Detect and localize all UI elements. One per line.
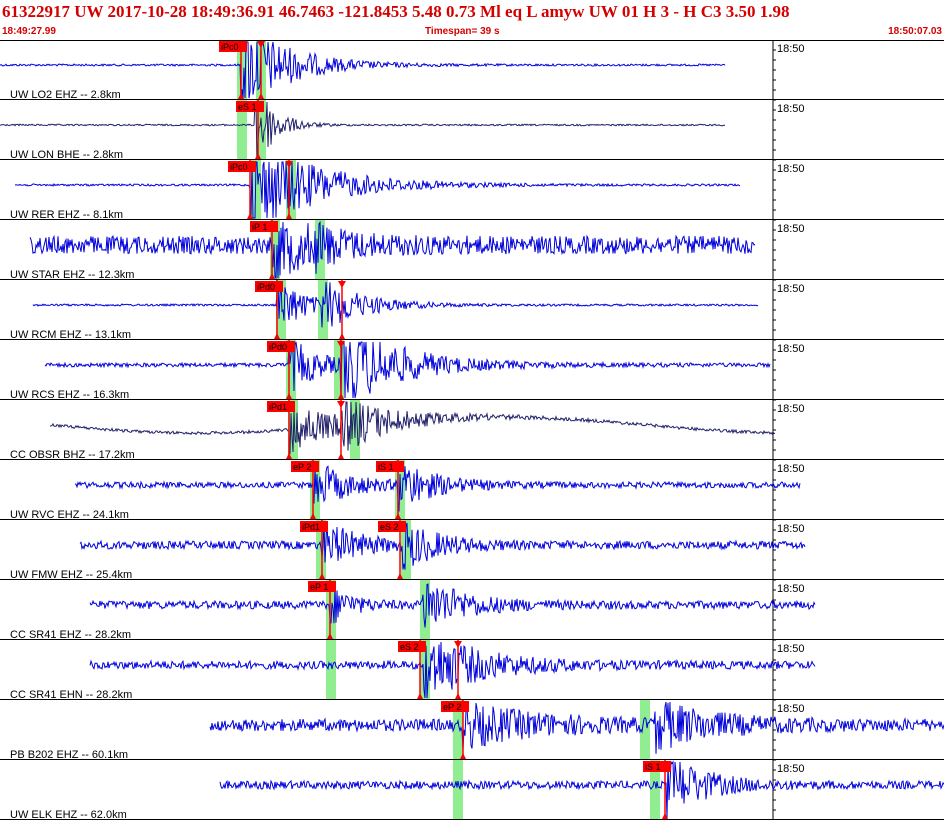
time-tick-label: 18:50 xyxy=(777,163,805,175)
pick-label: iPc0 xyxy=(230,162,248,172)
trace-label: UW ELK EHZ -- 62.0km xyxy=(10,809,127,820)
pick-label: eS 2 xyxy=(400,642,419,652)
waveform xyxy=(49,401,776,455)
trace-row: 18:50iPc0UW RER EHZ -- 8.1km xyxy=(0,159,944,221)
pick-marker-bottom xyxy=(338,453,344,459)
trace-row: 18:50eP 2 iS 1UW RVC EHZ -- 24.1km xyxy=(0,459,944,521)
time-tick-label: 18:50 xyxy=(777,703,805,715)
time-tick-label: 18:50 xyxy=(777,343,805,355)
waveform xyxy=(44,341,771,399)
pick-label: iPd0 xyxy=(269,342,287,352)
trace-row: 18:50 iS 1 UW ELK EHZ -- 62.0km xyxy=(0,759,944,820)
trace-row: 18:50iP 1UW STAR EHZ -- 12.3km xyxy=(0,219,944,281)
trace-row: 18:50eP 1CC SR41 EHZ -- 28.2km xyxy=(0,579,944,641)
time-tick-label: 18:50 xyxy=(777,103,805,115)
trace-row: 18:50iPd0UW RCS EHZ -- 16.3km xyxy=(0,339,944,401)
time-tick-label: 18:50 xyxy=(777,283,805,295)
waveform xyxy=(79,521,806,570)
pick-label: eP 1 xyxy=(310,582,328,592)
pick-window xyxy=(453,760,463,820)
pick-label: iS 1 xyxy=(378,462,394,472)
time-tick-label: 18:50 xyxy=(777,523,805,535)
trace-row: 18:50eP 2PB B202 EHZ -- 60.1km xyxy=(0,699,944,761)
trace-row: 18:50iPd1 eS 2UW FMW EHZ -- 25.4km xyxy=(0,519,944,581)
time-tick-label: 18:50 xyxy=(777,583,805,595)
start-time-label: 18:49:27.99 xyxy=(2,26,56,37)
pick-label: iPd0 xyxy=(257,282,275,292)
event-title: 61322917 UW 2017-10-28 18:49:36.91 46.74… xyxy=(2,2,790,21)
time-tick-label: 18:50 xyxy=(777,763,805,775)
timespan-label: Timespan= 39 s xyxy=(425,26,500,37)
pick-marker-bottom xyxy=(455,693,461,699)
time-tick-label: 18:50 xyxy=(777,223,805,235)
pick-marker-bottom xyxy=(339,333,345,339)
pick-marker xyxy=(337,401,345,408)
pick-window xyxy=(326,640,336,700)
waveform xyxy=(74,465,801,512)
waveform xyxy=(219,760,944,819)
pick-label: iP 1 xyxy=(252,222,267,232)
trace-row: 18:50eS 1UW LON BHE -- 2.8km xyxy=(0,99,944,161)
pick-label: eS 1 xyxy=(238,102,257,112)
time-tick-label: 18:50 xyxy=(777,643,805,655)
trace-row: 18:50iPc0UW LO2 EHZ -- 2.8km xyxy=(0,40,944,101)
trace-row: 18:50iPd1CC OBSR BHZ -- 17.2km xyxy=(0,399,944,461)
seismogram-panel[interactable]: 18:50iPc0UW LO2 EHZ -- 2.8km18:50eS 1UW … xyxy=(0,40,944,820)
pick-marker xyxy=(338,281,346,288)
waveform xyxy=(32,281,759,328)
end-time-label: 18:50:07.03 xyxy=(888,26,942,37)
pick-label: iPc0 xyxy=(221,42,239,52)
pick-label: eS 2 xyxy=(380,522,399,532)
waveform xyxy=(29,220,756,280)
trace-row: 18:50eS 2CC SR41 EHN -- 28.2km xyxy=(0,639,944,701)
pick-label: iPd1 xyxy=(269,402,287,412)
waveform xyxy=(14,161,741,219)
waveform xyxy=(89,641,816,699)
pick-label: eP 2 xyxy=(443,702,461,712)
pick-label: iPd1 xyxy=(302,522,320,532)
time-tick-label: 18:50 xyxy=(777,463,805,475)
waveform xyxy=(209,701,944,754)
plot-header: 61322917 UW 2017-10-28 18:49:36.91 46.74… xyxy=(0,0,944,40)
time-tick-label: 18:50 xyxy=(777,43,805,55)
pick-label: eP 2 xyxy=(293,462,311,472)
pick-label: iS 1 xyxy=(645,762,661,772)
trace-row: 18:50iPd0UW RCM EHZ -- 13.1km xyxy=(0,279,944,341)
time-tick-label: 18:50 xyxy=(777,403,805,415)
waveform xyxy=(89,583,816,628)
